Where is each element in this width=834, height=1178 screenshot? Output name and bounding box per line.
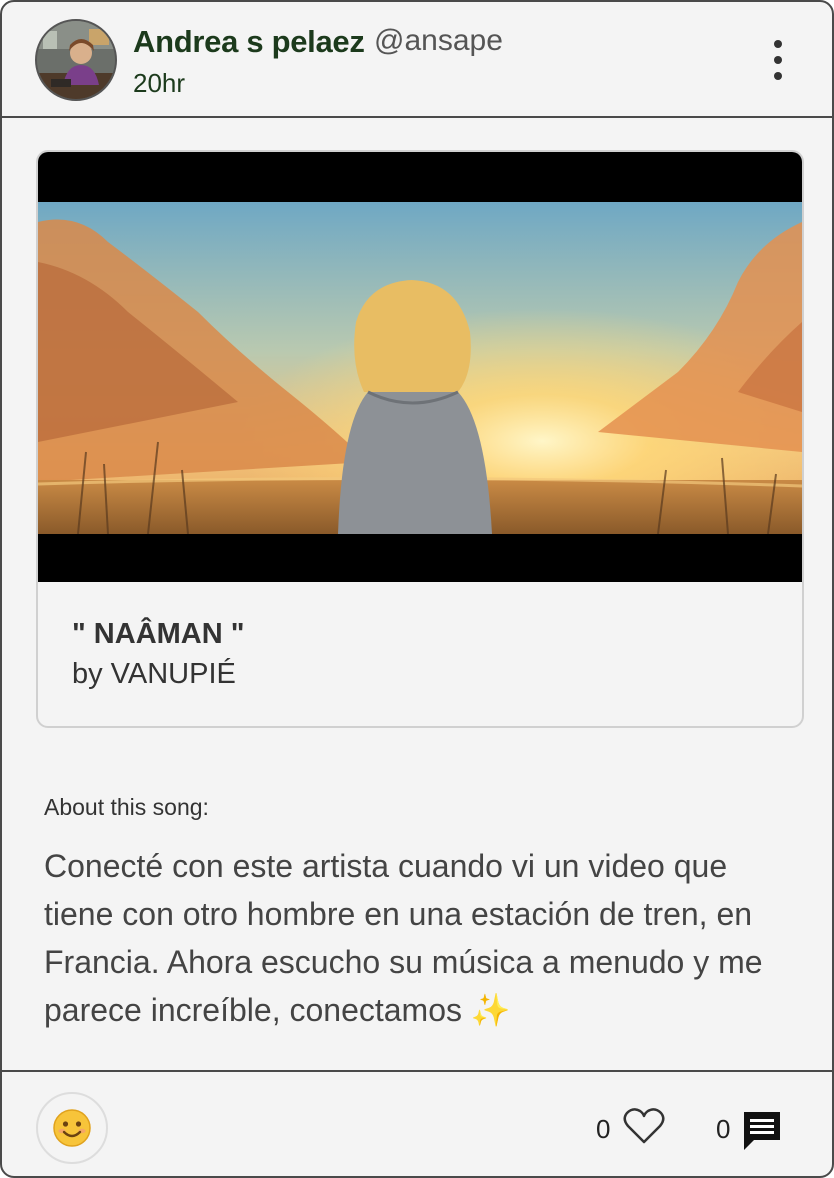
song-media-card[interactable]: " NAÂMAN " by VANUPIÉ	[36, 150, 804, 728]
author-handle[interactable]: @ansape	[374, 24, 503, 58]
comment-bubble-icon[interactable]	[740, 1108, 784, 1157]
about-song-text: Conecté con este artista cuando vi un vi…	[44, 848, 763, 1028]
avatar[interactable]	[35, 19, 117, 101]
smiling-face-emoji-icon[interactable]	[36, 1092, 108, 1164]
video-player[interactable]	[38, 152, 802, 582]
post-actions-bar: 0 0	[2, 1070, 832, 1176]
song-title: " NAÂMAN "	[72, 618, 245, 650]
post-header: Andrea s pelaez @ansape 20hr	[2, 2, 832, 118]
comment-count: 0	[716, 1114, 731, 1144]
song-artist: by VANUPIÉ	[72, 658, 236, 690]
post-timestamp: 20hr	[133, 68, 186, 98]
like-count: 0	[596, 1114, 611, 1144]
about-song-label: About this song:	[44, 794, 209, 820]
video-thumbnail	[38, 202, 802, 534]
more-vertical-icon[interactable]	[762, 40, 794, 80]
post-card: Andrea s pelaez @ansape 20hr " NAÂMAN " …	[0, 0, 834, 1178]
heart-outline-icon[interactable]	[622, 1106, 666, 1151]
author-name[interactable]: Andrea s pelaez	[133, 24, 365, 60]
